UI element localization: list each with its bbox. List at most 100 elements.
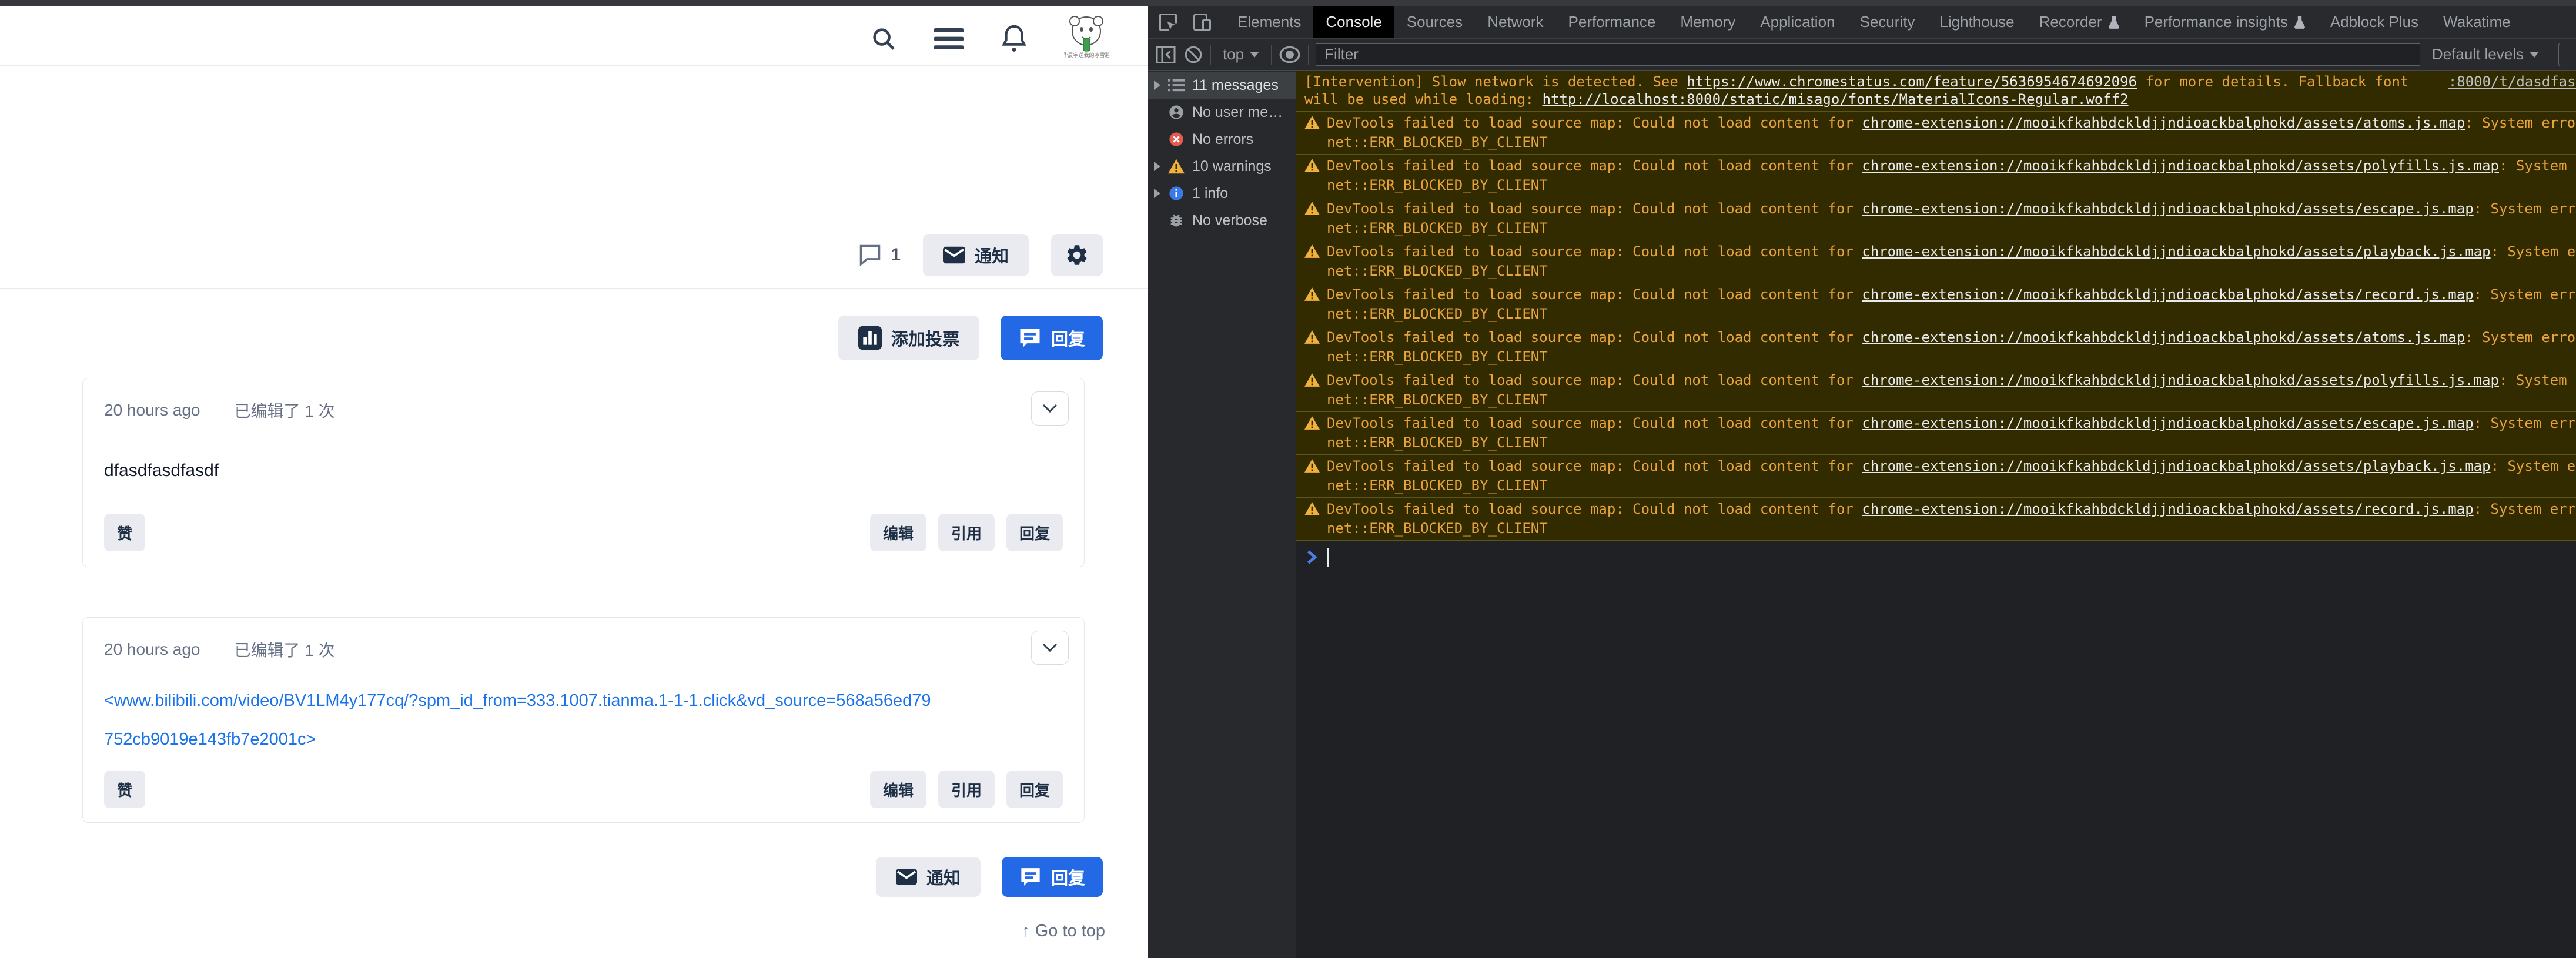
- tab-performance[interactable]: Performance: [1556, 6, 1668, 38]
- settings-button-clipped[interactable]: [2558, 43, 2576, 66]
- list-icon: [1168, 78, 1185, 92]
- source-map-link[interactable]: chrome-extension://mooikfkahbdckldjjndio…: [1862, 501, 2473, 517]
- post-edited-note[interactable]: 已编辑了 1 次: [234, 398, 334, 422]
- like-button[interactable]: 赞: [104, 514, 145, 551]
- sidebar-filter-1-info[interactable]: 1 info: [1148, 180, 1296, 207]
- live-expression-icon[interactable]: [1279, 45, 1301, 65]
- tab-security[interactable]: Security: [1848, 6, 1928, 38]
- notify-button[interactable]: 通知: [923, 234, 1029, 276]
- flask-icon: [2294, 15, 2306, 29]
- post-timestamp[interactable]: 20 hours ago: [104, 640, 200, 659]
- message-text: DevTools failed to load source map: Coul…: [1327, 329, 1862, 346]
- post-menu-button[interactable]: [1031, 391, 1069, 426]
- chevron-down-icon: [1042, 404, 1058, 413]
- frame-context-selector[interactable]: top: [1218, 45, 1264, 63]
- device-toolbar-icon[interactable]: [1192, 12, 1213, 33]
- source-map-link[interactable]: chrome-extension://mooikfkahbdckldjjndio…: [1862, 200, 2473, 217]
- add-poll-label: 添加投票: [891, 326, 959, 350]
- console-toolbar: top Default levels: [1148, 39, 2576, 71]
- log-levels-selector[interactable]: Default levels: [2427, 45, 2544, 63]
- sidebar-filter-no-verbose[interactable]: No verbose: [1148, 207, 1296, 234]
- reply-bottom-label: 回复: [1051, 865, 1085, 889]
- tab-label: Recorder: [2039, 13, 2102, 31]
- like-button[interactable]: 赞: [104, 771, 145, 808]
- thread-bottom-actions: 通知 回复: [876, 857, 1103, 897]
- reply-thread-label: 回复: [1051, 326, 1085, 350]
- font-url-link[interactable]: http://localhost:8000/static/misago/font…: [1543, 91, 2129, 108]
- comment-count-value: 1: [891, 245, 901, 265]
- clear-console-icon[interactable]: [1183, 45, 1203, 65]
- source-map-link[interactable]: chrome-extension://mooikfkahbdckldjjndio…: [1862, 158, 2499, 174]
- console-warning-message: DevTools failed to load source map: Coul…: [1296, 412, 2576, 455]
- tab-network[interactable]: Network: [1475, 6, 1555, 38]
- notify-button-bottom[interactable]: 通知: [876, 857, 981, 897]
- message-error-code: net::ERR_BLOCKED_BY_CLIENT: [1304, 348, 2576, 366]
- source-map-link[interactable]: chrome-extension://mooikfkahbdckldjjndio…: [1862, 329, 2465, 346]
- chevron-down-icon: [1042, 643, 1058, 652]
- tab-performance-insights[interactable]: Performance insights: [2132, 6, 2318, 38]
- edit-button[interactable]: 编辑: [870, 514, 926, 551]
- post-timestamp[interactable]: 20 hours ago: [104, 401, 200, 420]
- message-source-link[interactable]: :8000/t/dasdfasd: [2438, 73, 2576, 91]
- sidebar-filter-no-user-me-[interactable]: No user me…: [1148, 99, 1296, 126]
- console-warning-message: DevTools failed to load source map: Coul…: [1296, 112, 2576, 155]
- expand-arrow-icon[interactable]: [1154, 162, 1160, 171]
- tab-label: Application: [1760, 13, 1835, 31]
- post-edited-note[interactable]: 已编辑了 1 次: [234, 638, 334, 661]
- tab-recorder[interactable]: Recorder: [2027, 6, 2132, 38]
- tab-sources[interactable]: Sources: [1394, 6, 1475, 38]
- tab-memory[interactable]: Memory: [1668, 6, 1748, 38]
- tab-elements[interactable]: Elements: [1225, 6, 1313, 38]
- source-map-link[interactable]: chrome-extension://mooikfkahbdckldjjndio…: [1862, 372, 2499, 388]
- tab-adblock-plus[interactable]: Adblock Plus: [2318, 6, 2431, 38]
- gear-icon: [1065, 243, 1089, 267]
- tab-label: Elements: [1237, 13, 1301, 31]
- user-icon: [1168, 104, 1185, 120]
- console-messages: [Intervention] Slow network is detected.…: [1296, 71, 2576, 958]
- post-body-link[interactable]: <www.bilibili.com/video/BV1LM4y177cq/?sp…: [104, 681, 939, 759]
- tab-wakatime[interactable]: Wakatime: [2431, 6, 2523, 38]
- edit-button[interactable]: 编辑: [870, 771, 926, 808]
- console-warning-message: DevTools failed to load source map: Coul…: [1296, 240, 2576, 283]
- toggle-sidebar-icon[interactable]: [1155, 45, 1176, 65]
- reply-thread-button-bottom[interactable]: 回复: [1002, 857, 1103, 897]
- source-map-link[interactable]: chrome-extension://mooikfkahbdckldjjndio…: [1862, 243, 2490, 260]
- add-poll-button[interactable]: 添加投票: [838, 316, 979, 360]
- warning-icon: [1304, 287, 1320, 301]
- tab-console[interactable]: Console: [1313, 6, 1394, 38]
- source-map-link[interactable]: chrome-extension://mooikfkahbdckldjjndio…: [1862, 458, 2490, 474]
- quote-button[interactable]: 引用: [938, 771, 995, 808]
- thread-options-button[interactable]: [1051, 234, 1103, 276]
- user-avatar[interactable]: 华晨宇送我的冰雪碧: [1064, 14, 1109, 64]
- expand-arrow-icon[interactable]: [1154, 81, 1160, 90]
- sidebar-filter-10-warnings[interactable]: 10 warnings: [1148, 153, 1296, 180]
- source-map-link[interactable]: chrome-extension://mooikfkahbdckldjjndio…: [1862, 415, 2473, 431]
- tab-lighthouse[interactable]: Lighthouse: [1927, 6, 2026, 38]
- inspect-element-icon[interactable]: [1157, 12, 1179, 33]
- tab-application[interactable]: Application: [1748, 6, 1847, 38]
- console-prompt[interactable]: [1296, 541, 2576, 567]
- sidebar-filter-label: No verbose: [1192, 212, 1267, 229]
- post-menu-button[interactable]: [1031, 631, 1069, 665]
- menu-icon[interactable]: [934, 27, 964, 51]
- reply-post-button[interactable]: 回复: [1006, 771, 1063, 808]
- quote-button[interactable]: 引用: [938, 514, 995, 551]
- source-map-link[interactable]: chrome-extension://mooikfkahbdckldjjndio…: [1862, 286, 2473, 303]
- message-error-code: net::ERR_BLOCKED_BY_CLIENT: [1304, 391, 2576, 408]
- bell-icon[interactable]: [1001, 24, 1028, 53]
- chromestatus-link[interactable]: https://www.chromestatus.com/feature/563…: [1687, 73, 2137, 90]
- sidebar-filter-11-messages[interactable]: 11 messages: [1148, 72, 1296, 99]
- message-text: DevTools failed to load source map: Coul…: [1327, 243, 1862, 260]
- go-to-top-link[interactable]: ↑ Go to top: [1022, 922, 1105, 941]
- reply-post-button[interactable]: 回复: [1006, 514, 1063, 551]
- search-icon[interactable]: [870, 25, 897, 52]
- reply-thread-button[interactable]: 回复: [1001, 316, 1103, 360]
- chat-icon: [1018, 327, 1042, 349]
- info-icon: [1168, 185, 1185, 202]
- console-warning-message: DevTools failed to load source map: Coul…: [1296, 455, 2576, 498]
- expand-arrow-icon[interactable]: [1154, 189, 1160, 198]
- sidebar-filter-no-errors[interactable]: No errors: [1148, 126, 1296, 153]
- console-filter-input[interactable]: [1316, 43, 2420, 66]
- message-text: : System error:: [2474, 286, 2576, 303]
- source-map-link[interactable]: chrome-extension://mooikfkahbdckldjjndio…: [1862, 115, 2465, 131]
